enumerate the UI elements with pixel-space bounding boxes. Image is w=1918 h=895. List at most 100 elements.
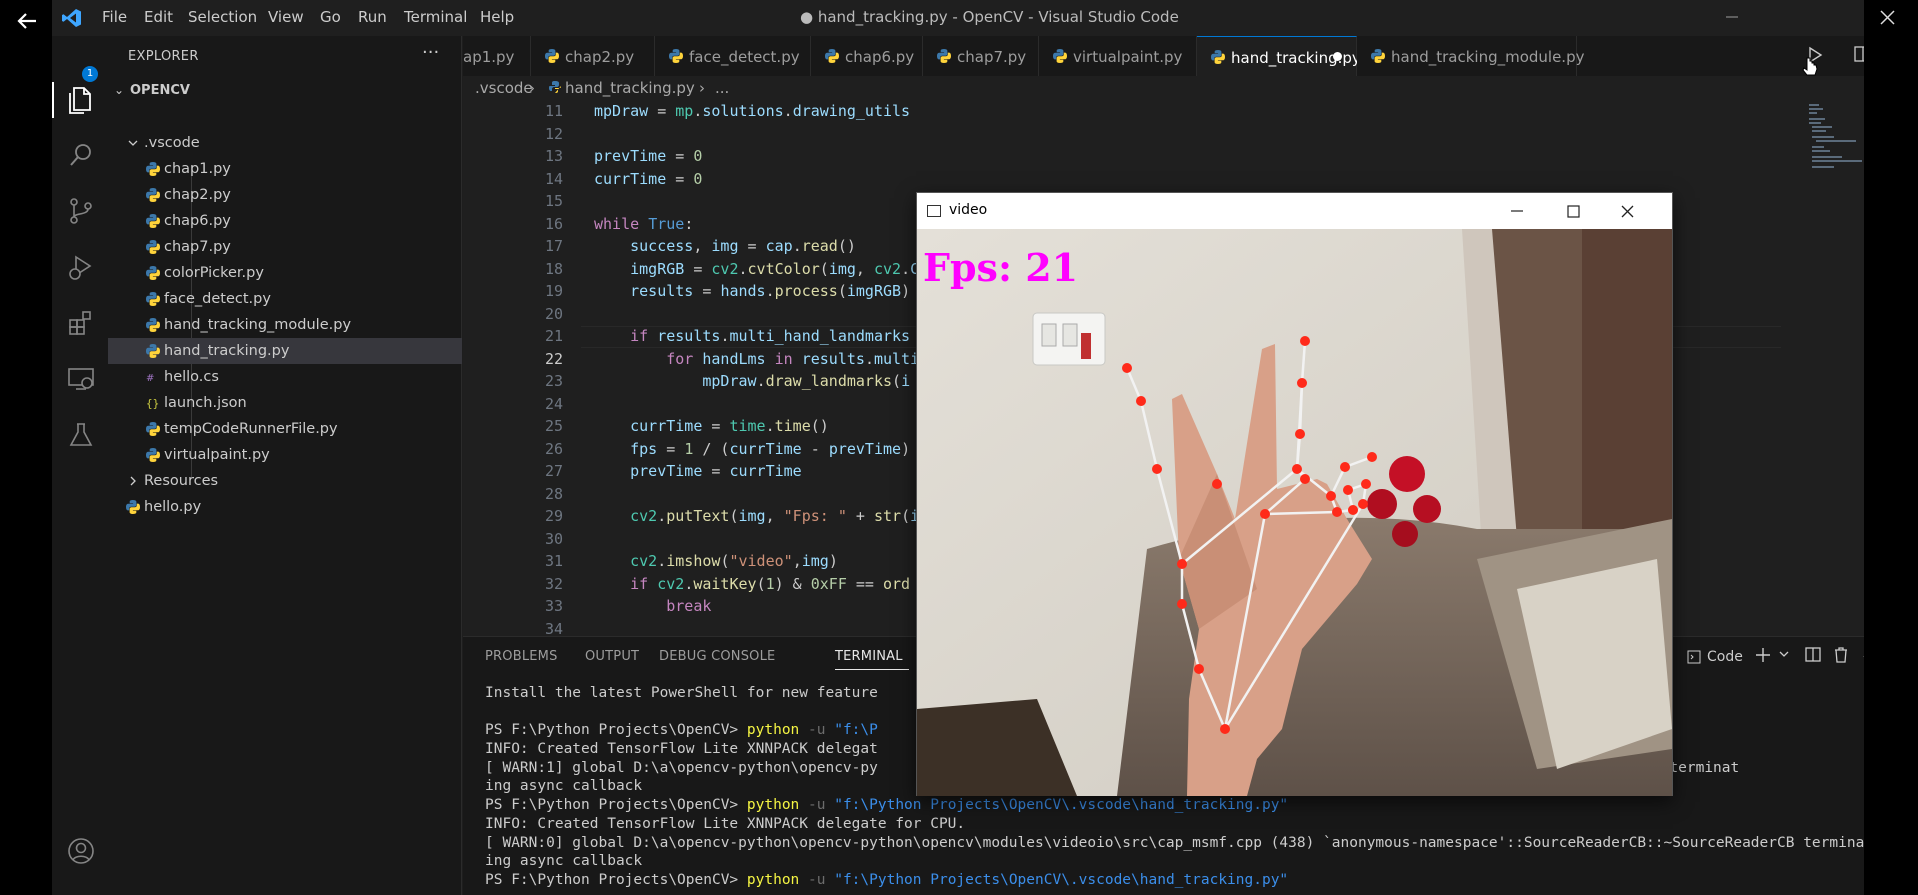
python-file-icon [1053, 49, 1067, 63]
video-window[interactable]: video Fps: 21 [916, 192, 1673, 796]
breadcrumb: .vscode › hand_tracking.py › ... [463, 76, 1864, 100]
python-file-icon [669, 49, 683, 63]
tab-face-detect-py[interactable]: face_detect.py [655, 36, 811, 76]
tree-item-chap2-py[interactable]: chap2.py [108, 182, 462, 208]
vscode-window: File Edit Selection View Go Run Terminal… [52, 0, 1864, 895]
menu-view[interactable]: View [268, 8, 304, 26]
terminal-line: PS F:\Python Projects\OpenCV> python -u … [485, 797, 1289, 813]
landmark-point [1194, 664, 1204, 674]
extensions-icon[interactable] [66, 308, 96, 338]
breadcrumb-item[interactable]: ... [715, 79, 729, 97]
line-number: 25 [544, 417, 563, 435]
python-file-icon [146, 318, 160, 332]
landmark-point [1177, 599, 1187, 609]
tab-label: hand_tracking_module.py [1391, 48, 1585, 66]
tab-chap2-py[interactable]: chap2.py [531, 36, 655, 76]
python-file-icon [545, 49, 559, 63]
tree-item-label: colorPicker.py [164, 265, 264, 281]
tree-item-chap1-py[interactable]: chap1.py [108, 156, 462, 182]
source-control-icon[interactable] [66, 196, 96, 226]
terminal-line: INFO: Created TensorFlow Lite XNNPACK de… [485, 816, 966, 832]
window-title: ● hand_tracking.py - OpenCV - Visual Stu… [800, 8, 1179, 26]
back-arrow-icon[interactable] [14, 8, 40, 34]
tree-item-vscode[interactable]: .vscode [108, 130, 462, 156]
window-close-icon[interactable] [1872, 4, 1902, 32]
tree-item-hello-cs[interactable]: # hello.cs [108, 364, 462, 390]
tab-hand-tracking-module-py[interactable]: hand_tracking_module.py [1357, 36, 1584, 76]
tree-item-resources[interactable]: Resources [108, 468, 462, 494]
breadcrumb-item[interactable]: .vscode [475, 79, 533, 97]
unsaved-dot-icon[interactable] [1333, 52, 1342, 61]
tab-virtualpaint-py[interactable]: virtualpaint.py [1039, 36, 1197, 76]
video-title-bar[interactable]: video [917, 193, 1672, 229]
tree-item-tempcoderunnerfile-py[interactable]: tempCodeRunnerFile.py [108, 416, 462, 442]
remote-explorer-icon[interactable] [66, 364, 96, 394]
tree-item-launch-json[interactable]: {} launch.json [108, 390, 462, 416]
panel-tab-problems[interactable]: PROBLEMS [485, 649, 558, 664]
landmark-point [1348, 505, 1358, 515]
tab-chap6-py[interactable]: chap6.py [811, 36, 923, 76]
code-line: success, img = cap.read() [630, 237, 856, 255]
minimize-icon[interactable] [1720, 4, 1746, 30]
explorer-icon[interactable] [66, 84, 96, 114]
tree-item-label: hello.cs [164, 369, 219, 385]
minimize-icon[interactable] [1505, 199, 1529, 223]
python-file-icon [146, 240, 160, 254]
split-editor-icon[interactable] [1853, 44, 1864, 64]
menu-file[interactable]: File [102, 8, 127, 26]
more-actions-icon[interactable]: ··· [422, 42, 439, 63]
tree-item-colorpicker-py[interactable]: colorPicker.py [108, 260, 462, 286]
svg-text:{}: {} [146, 397, 159, 410]
python-file-icon [126, 500, 140, 514]
tab-hand-tracking-py[interactable]: hand_tracking.py [1197, 36, 1361, 76]
tab-ap1-py[interactable]: ap1.py [463, 36, 531, 76]
code-line: prevTime = 0 [594, 147, 703, 165]
close-icon[interactable] [1615, 199, 1639, 223]
chevron-down-icon [126, 136, 140, 150]
menu-edit[interactable]: Edit [144, 8, 173, 26]
explorer-header: EXPLORER [128, 49, 199, 64]
new-terminal-icon[interactable] [1753, 645, 1773, 665]
line-number: 24 [544, 394, 563, 413]
testing-icon[interactable] [66, 420, 96, 450]
panel-tab-output[interactable]: OUTPUT [585, 649, 639, 664]
run-debug-icon[interactable] [66, 252, 96, 282]
python-file-icon [146, 214, 160, 228]
explorer-sidebar: EXPLORER ··· ⌄ OPENCV .vscode chap1.py cha… [108, 36, 462, 895]
code-line: if cv2.waitKey(1) & 0xFF == ord [630, 575, 911, 593]
menu-go[interactable]: Go [320, 8, 341, 26]
tree-item-hello-py[interactable]: hello.py [108, 494, 462, 520]
tab-chap7-py[interactable]: chap7.py [923, 36, 1039, 76]
minimap[interactable] [1794, 100, 1864, 190]
breadcrumb-separator: › [529, 79, 535, 97]
tree-item-hand-tracking-module-py[interactable]: hand_tracking_module.py [108, 312, 462, 338]
tree-item-hand-tracking-py[interactable]: hand_tracking.py [108, 338, 462, 364]
tree-item-virtualpaint-py[interactable]: virtualpaint.py [108, 442, 462, 468]
line-number: 23 [544, 372, 563, 390]
account-icon[interactable] [66, 836, 96, 866]
landmark-point [1177, 559, 1187, 569]
mouse-cursor-icon [1802, 56, 1820, 80]
root-folder[interactable]: ⌄ OPENCV [108, 80, 462, 102]
panel-tab-debug-console[interactable]: DEBUG CONSOLE [659, 649, 775, 664]
menu-terminal[interactable]: Terminal [404, 8, 467, 26]
menu-run[interactable]: Run [358, 8, 387, 26]
menu-selection[interactable]: Selection [188, 8, 257, 26]
vscode-logo-icon [62, 8, 82, 28]
chevron-down-icon[interactable] [1777, 647, 1791, 661]
tree-item-face-detect-py[interactable]: face_detect.py [108, 286, 462, 312]
breadcrumb-item[interactable]: hand_tracking.py [565, 79, 695, 97]
search-icon[interactable] [66, 140, 96, 170]
panel-tab-terminal[interactable]: TERMINAL [835, 649, 903, 664]
tree-item-chap7-py[interactable]: chap7.py [108, 234, 462, 260]
root-folder-name: OPENCV [130, 83, 190, 98]
maximize-panel-icon[interactable] [1859, 645, 1864, 665]
maximize-icon[interactable] [1561, 199, 1585, 223]
code-line: mpDraw = mp.solutions.drawing_utils [594, 102, 911, 120]
code-line: cv2.imshow("video",img) [630, 552, 838, 570]
tree-item-chap6-py[interactable]: chap6.py [108, 208, 462, 234]
trash-icon[interactable] [1831, 645, 1851, 665]
split-terminal-icon[interactable] [1803, 645, 1823, 665]
menu-help[interactable]: Help [480, 8, 514, 26]
python-file-icon [146, 188, 160, 202]
